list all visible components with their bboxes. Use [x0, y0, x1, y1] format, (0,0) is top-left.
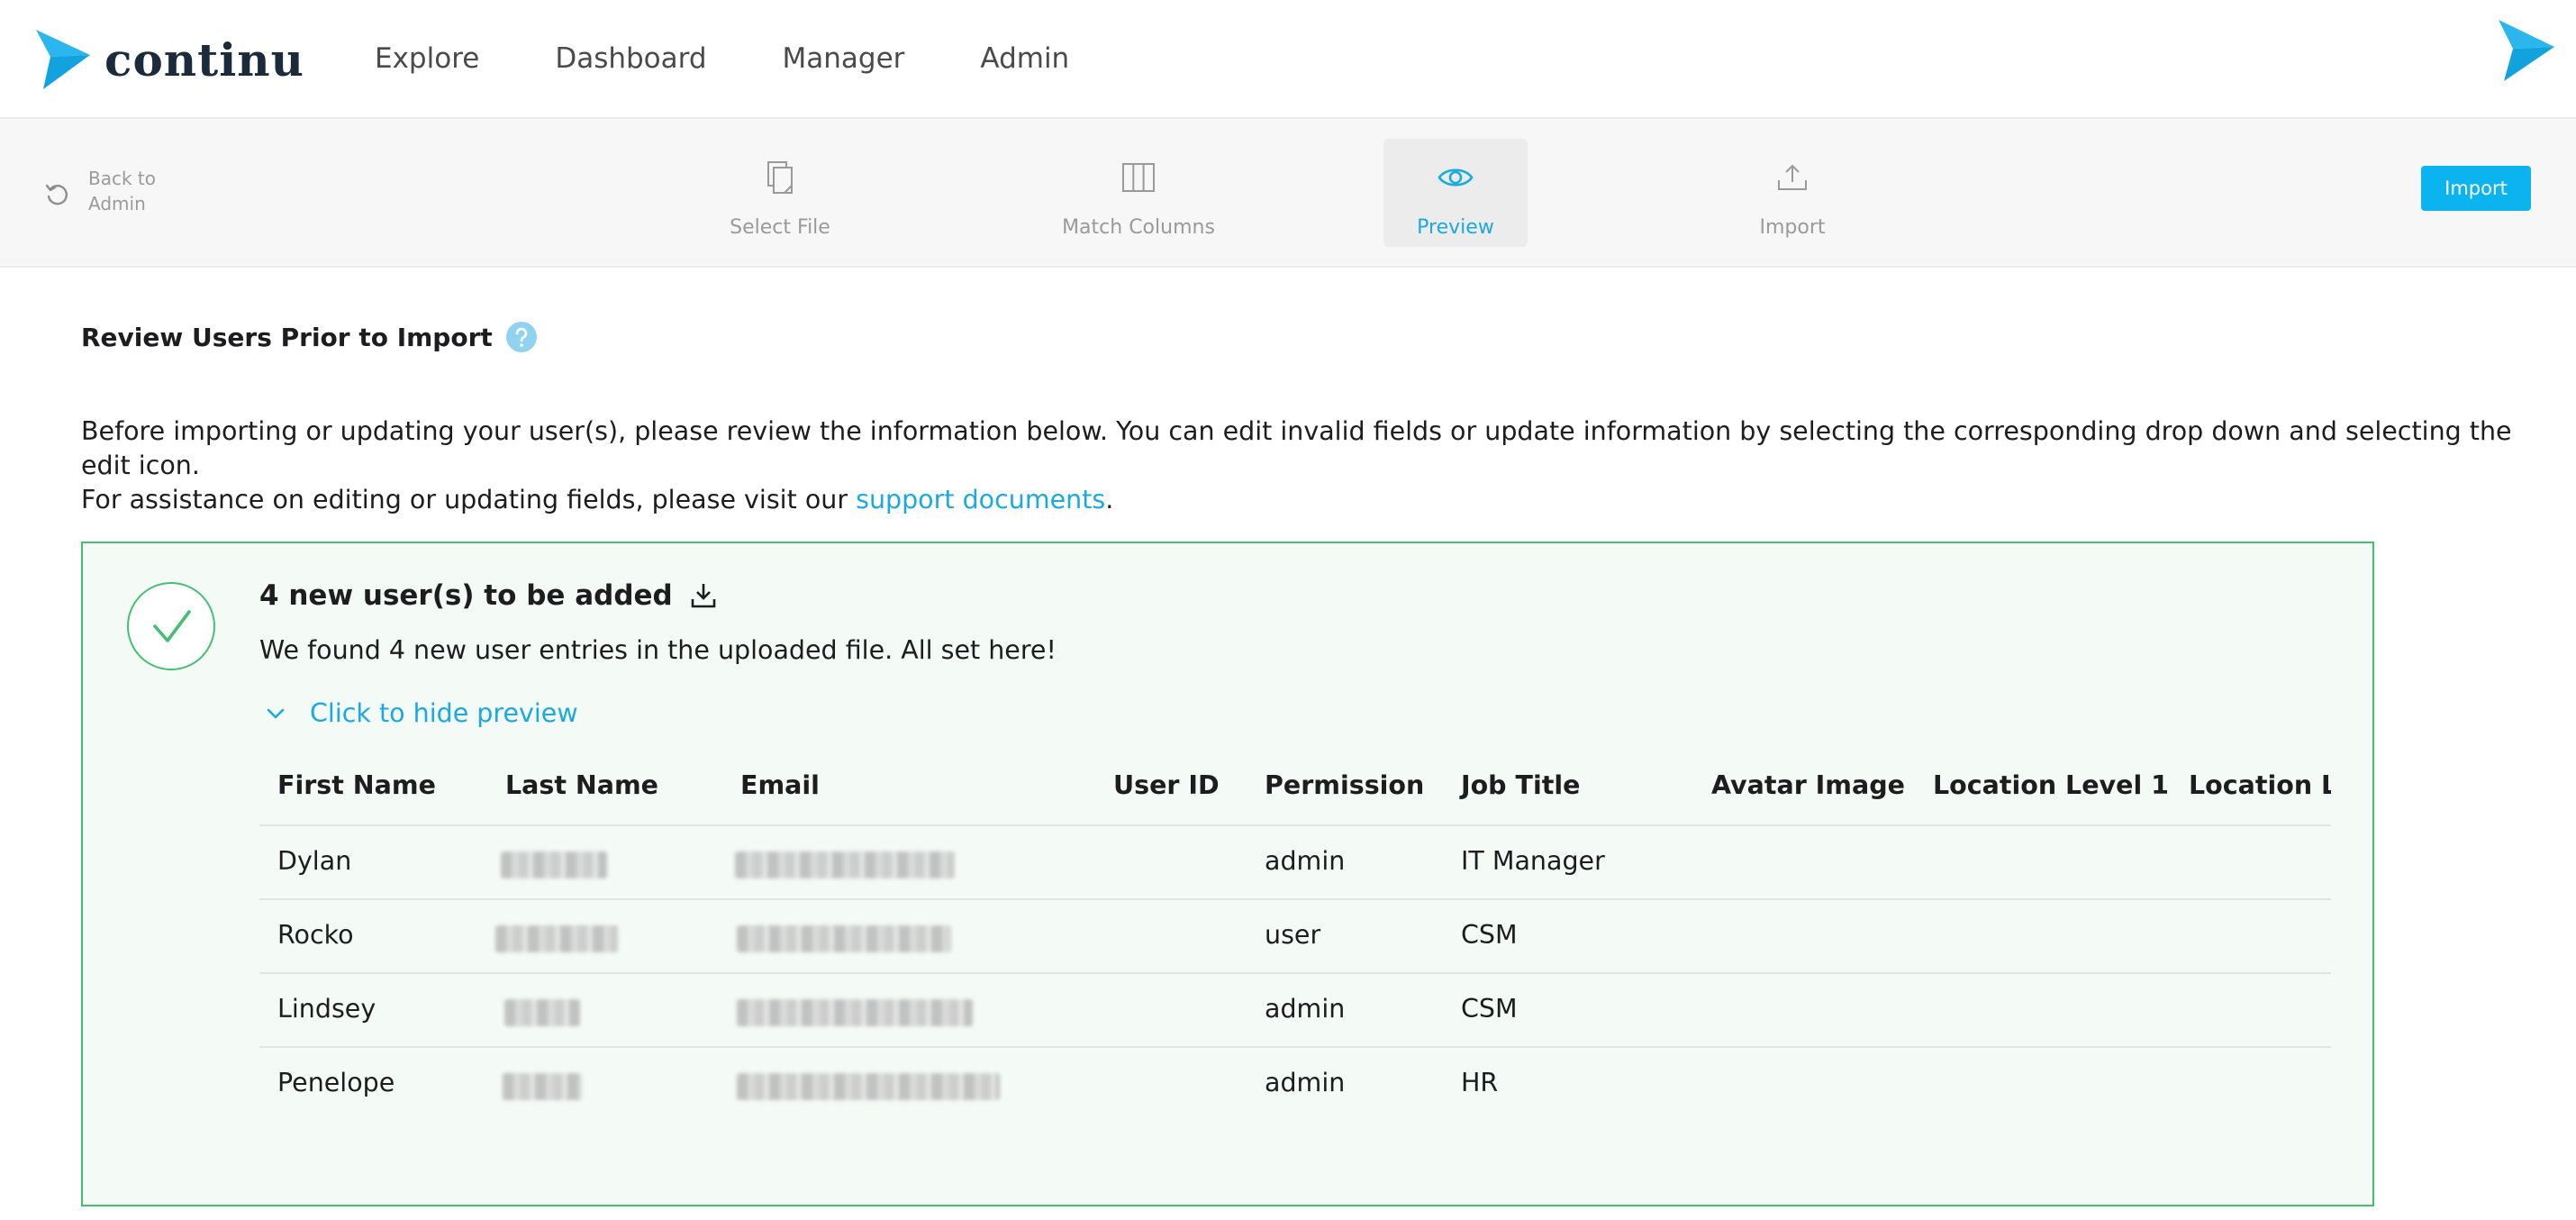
panel-subtext: We found 4 new user entries in the uploa…	[259, 635, 1057, 665]
redacted-last-name	[501, 851, 607, 879]
redacted-email	[737, 1073, 1000, 1100]
panel-heading-text: 4 new user(s) to be added	[259, 579, 673, 612]
download-icon[interactable]	[689, 581, 718, 610]
redacted-last-name	[504, 999, 580, 1026]
step-match-columns[interactable]: Match Columns	[1048, 139, 1229, 247]
cell-job-title: CSM	[1461, 994, 1518, 1024]
column-header-avatar-image[interactable]: Avatar Image	[1711, 770, 1905, 800]
undo-icon	[45, 184, 68, 205]
back-to-admin-label: Back to Admin	[88, 168, 156, 214]
nav-manager[interactable]: Manager	[783, 42, 905, 75]
redacted-email	[735, 851, 955, 879]
cell-permission: user	[1265, 920, 1321, 950]
table-row[interactable]: Rocko user CSM	[259, 900, 2331, 974]
continu-mark-icon[interactable]	[2495, 20, 2554, 81]
intro-line-2-suffix: .	[1105, 485, 1114, 514]
cell-first-name: Rocko	[277, 920, 354, 950]
cell-job-title: HR	[1461, 1068, 1499, 1097]
import-wizard-bar: Back to Admin Select File Match Columns …	[0, 119, 2576, 268]
column-header-email[interactable]: Email	[740, 770, 820, 800]
column-header-permission[interactable]: Permission	[1265, 770, 1424, 800]
cell-first-name: Dylan	[277, 846, 352, 876]
nav-admin[interactable]: Admin	[980, 42, 1069, 75]
main-nav: Explore Dashboard Manager Admin	[375, 0, 1145, 117]
top-navigation: continu Explore Dashboard Manager Admin	[0, 0, 2576, 119]
cell-job-title: IT Manager	[1461, 846, 1605, 876]
intro-line-2: For assistance on editing or updating fi…	[81, 483, 2531, 517]
hide-preview-label: Click to hide preview	[310, 698, 578, 728]
table-row[interactable]: Lindsey admin CSM	[259, 974, 2331, 1048]
brand-name: continu	[104, 32, 304, 86]
hide-preview-toggle[interactable]: Click to hide preview	[259, 698, 578, 728]
help-icon[interactable]	[505, 321, 538, 353]
step-import[interactable]: Import	[1729, 139, 1855, 247]
intro-line-2-prefix: For assistance on editing or updating fi…	[81, 485, 857, 514]
upload-icon	[1778, 164, 1807, 190]
page-title-text: Review Users Prior to Import	[81, 322, 493, 352]
table-row[interactable]: Penelope admin HR	[259, 1048, 2331, 1122]
columns-icon	[1122, 163, 1155, 192]
cell-job-title: CSM	[1461, 920, 1518, 950]
back-to-admin-link[interactable]: Back to Admin	[43, 166, 169, 216]
redacted-last-name	[503, 1073, 582, 1100]
users-preview-table[interactable]: First Name Last Name Email User ID Permi…	[259, 749, 2331, 1172]
import-button[interactable]: Import	[2421, 166, 2531, 211]
chevron-down-icon	[267, 708, 285, 718]
column-header-last-name[interactable]: Last Name	[505, 770, 658, 800]
step-preview[interactable]: Preview	[1383, 139, 1528, 247]
page-title: Review Users Prior to Import	[81, 321, 538, 353]
panel-heading: 4 new user(s) to be added	[259, 579, 718, 612]
column-header-job-title[interactable]: Job Title	[1461, 770, 1580, 800]
step-select-file-label: Select File	[730, 216, 830, 239]
redacted-email	[737, 999, 973, 1026]
cell-first-name: Penelope	[277, 1068, 395, 1097]
step-match-columns-label: Match Columns	[1062, 216, 1215, 239]
redacted-last-name	[495, 925, 618, 952]
nav-explore[interactable]: Explore	[375, 42, 479, 75]
column-header-location-level-2[interactable]: Location Level 2	[2189, 770, 2331, 800]
support-documents-link[interactable]: support documents	[856, 485, 1105, 514]
cell-first-name: Lindsey	[277, 994, 376, 1024]
success-check-icon	[127, 582, 215, 670]
cell-permission: admin	[1265, 994, 1346, 1024]
file-icon	[767, 161, 793, 194]
nav-dashboard[interactable]: Dashboard	[555, 42, 706, 75]
cell-permission: admin	[1265, 846, 1346, 876]
intro-text: Before importing or updating your user(s…	[81, 414, 2531, 517]
step-import-label: Import	[1759, 216, 1826, 239]
step-preview-label: Preview	[1417, 216, 1494, 239]
table-row[interactable]: Dylan admin IT Manager	[259, 826, 2331, 900]
eye-icon	[1438, 168, 1474, 187]
brand-logo[interactable]: continu	[36, 29, 304, 90]
step-select-file[interactable]: Select File	[703, 139, 857, 247]
column-header-user-id[interactable]: User ID	[1113, 770, 1220, 800]
column-header-first-name[interactable]: First Name	[277, 770, 436, 800]
redacted-email	[737, 925, 951, 952]
table-header-row: First Name Last Name Email User ID Permi…	[259, 749, 2331, 826]
cell-permission: admin	[1265, 1068, 1346, 1097]
new-users-panel: 4 new user(s) to be added We found 4 new…	[81, 542, 2374, 1206]
column-header-location-level-1[interactable]: Location Level 1	[1933, 770, 2169, 800]
intro-line-1: Before importing or updating your user(s…	[81, 416, 2512, 480]
continu-logo-icon	[36, 30, 90, 89]
